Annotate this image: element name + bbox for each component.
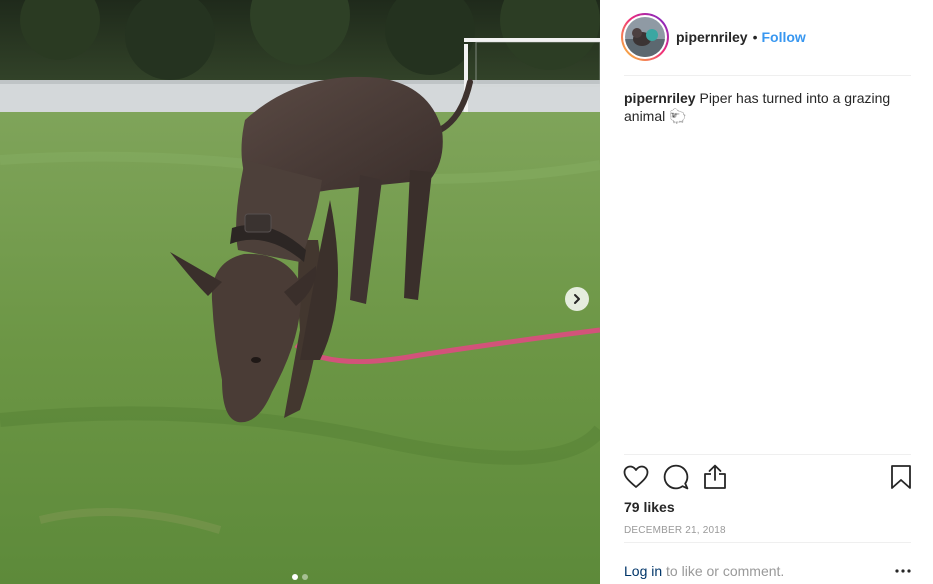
username-link[interactable]: pipernriley: [676, 29, 748, 45]
avatar-image: [625, 17, 665, 57]
carousel-dot-active: [292, 574, 298, 580]
post-side-panel: pipernriley • Follow pipernriley Piper h…: [600, 0, 933, 584]
post-photo[interactable]: [0, 0, 600, 584]
separator-dot: •: [752, 29, 758, 45]
carousel-dot: [302, 574, 308, 580]
chevron-right-icon: [574, 294, 580, 304]
post-caption: pipernriley Piper has turned into a graz…: [624, 89, 904, 125]
post-actions: [621, 462, 916, 492]
more-options-button[interactable]: [892, 561, 914, 581]
login-prompt-text: to like or comment.: [662, 563, 785, 579]
actions-divider: [624, 454, 911, 455]
comment-button[interactable]: [661, 462, 691, 492]
avatar[interactable]: [621, 13, 669, 61]
footer-divider: [624, 542, 911, 543]
post-header: pipernriley • Follow: [621, 11, 911, 63]
comment-icon: [663, 464, 689, 490]
caption-username-link[interactable]: pipernriley: [624, 90, 696, 106]
share-icon: [704, 464, 726, 489]
bookmark-icon: [891, 465, 911, 489]
login-prompt: Log in to like or comment.: [624, 563, 914, 579]
save-button[interactable]: [886, 462, 916, 492]
heart-icon: [623, 465, 649, 488]
like-count[interactable]: 79 likes: [624, 499, 675, 515]
post-date[interactable]: DECEMBER 21, 2018: [624, 525, 726, 536]
follow-button[interactable]: Follow: [762, 29, 806, 45]
header-divider: [624, 75, 911, 76]
share-button[interactable]: [700, 462, 730, 492]
dog-grazing-photo: [0, 0, 600, 584]
more-icon: [895, 569, 911, 573]
carousel-indicator: [0, 574, 600, 580]
like-button[interactable]: [621, 462, 651, 492]
next-photo-button[interactable]: [565, 287, 589, 311]
login-link[interactable]: Log in: [624, 563, 662, 579]
